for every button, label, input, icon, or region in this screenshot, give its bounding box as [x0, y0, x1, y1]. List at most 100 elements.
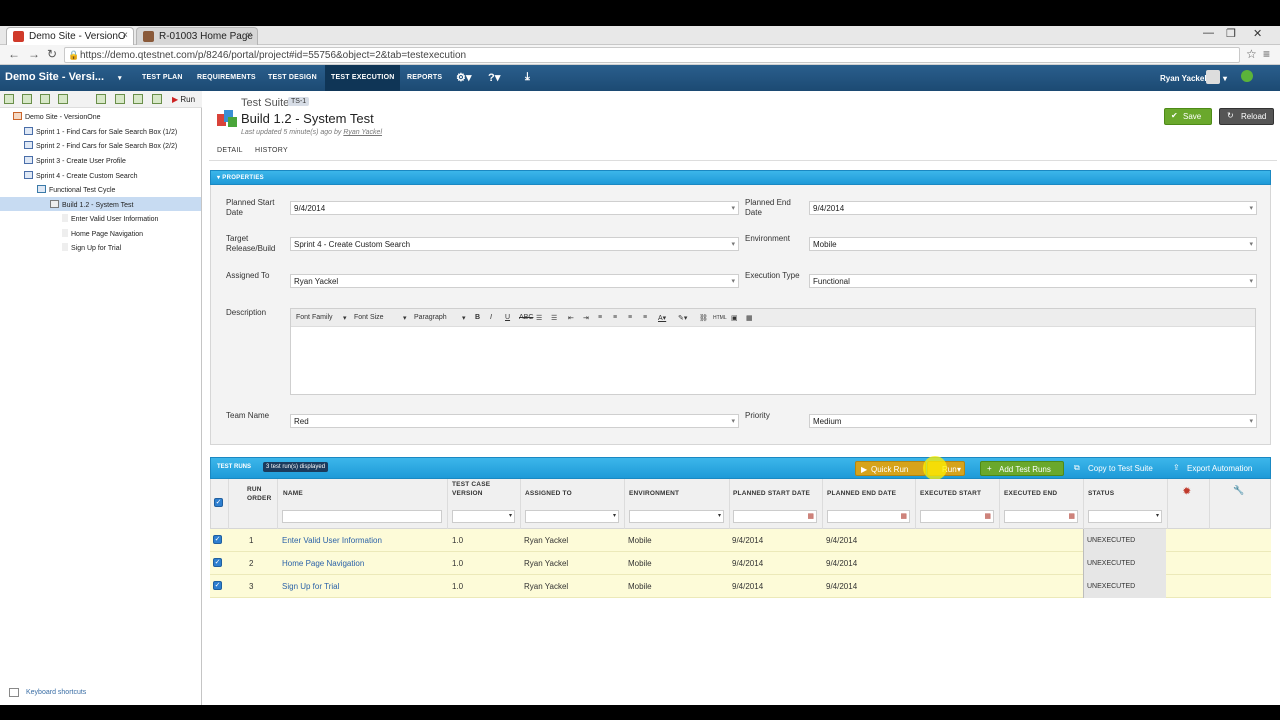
nav-reports[interactable]: REPORTS	[407, 74, 442, 81]
refresh-icon[interactable]: ↻	[47, 47, 57, 61]
refresh-tree-icon[interactable]	[96, 94, 106, 104]
italic-icon[interactable]: I	[490, 314, 492, 321]
expand-icon[interactable]	[115, 94, 125, 104]
highlight-icon[interactable]: ✎▾	[678, 314, 687, 322]
run-button[interactable]: ▶ Run	[172, 95, 195, 104]
email-icon[interactable]	[152, 94, 162, 104]
properties-header[interactable]: ▾ PROPERTIES	[210, 170, 1271, 185]
align-left-icon[interactable]: ≡	[598, 314, 602, 321]
col-version[interactable]: TEST CASE VERSION	[452, 480, 496, 498]
export-automation-button[interactable]: ⇪ Export Automation	[1169, 461, 1269, 476]
assigned-filter-input[interactable]: ▾	[525, 510, 619, 523]
name-filter-input[interactable]	[282, 510, 442, 523]
col-planned-start[interactable]: PLANNED START DATE	[733, 489, 810, 498]
tab-detail[interactable]: DETAIL	[217, 147, 243, 154]
justify-icon[interactable]: ≡	[643, 314, 647, 321]
execution-type-field[interactable]: Functional ▾	[809, 274, 1257, 288]
priority-field[interactable]: Medium ▾	[809, 414, 1257, 428]
keyboard-shortcuts-link[interactable]: Keyboard shortcuts	[0, 687, 202, 701]
table-row[interactable]: ✓ 1 Enter Valid User Information 1.0 Rya…	[210, 529, 1271, 552]
target-release-field[interactable]: Sprint 4 - Create Custom Search ▾	[290, 237, 739, 251]
planned-start-filter-input[interactable]: ▦	[733, 510, 817, 523]
nav-test-execution[interactable]: TEST EXECUTION	[325, 65, 401, 91]
indent-icon[interactable]: ⇥	[583, 314, 589, 322]
gear-icon[interactable]: ⚙▾	[456, 71, 472, 84]
row-checkbox[interactable]: ✓	[213, 558, 222, 567]
maximize-icon[interactable]: ❐	[1226, 27, 1236, 40]
download-icon[interactable]: ⤓	[525, 71, 530, 84]
status-filter-input[interactable]: ▾	[1088, 510, 1162, 523]
tree-item-sprint-2[interactable]: Sprint 2 - Find Cars for Sale Search Box…	[0, 138, 201, 152]
col-planned-end[interactable]: PLANNED END DATE	[827, 489, 896, 498]
quick-run-button[interactable]: ▶ Quick Run	[855, 461, 926, 476]
tree-item-run-3[interactable]: Sign Up for Trial	[0, 240, 201, 254]
project-selector[interactable]: Demo Site - Versi...	[5, 71, 104, 83]
col-assigned-to[interactable]: ASSIGNED TO	[525, 489, 572, 498]
tree-item-suite[interactable]: Build 1.2 - System Test	[0, 197, 201, 211]
calendar-icon[interactable]: ▦	[984, 512, 991, 520]
executed-start-filter-input[interactable]: ▦	[920, 510, 994, 523]
text-color-icon[interactable]: A▾	[658, 314, 666, 322]
tree-item-sprint-1[interactable]: Sprint 1 - Find Cars for Sale Search Box…	[0, 124, 201, 138]
col-run-order[interactable]: RUN ORDER	[247, 485, 277, 503]
html-icon[interactable]: HTML	[713, 315, 727, 321]
bullet-list-icon[interactable]: ☰	[536, 314, 542, 322]
executed-end-filter-input[interactable]: ▦	[1004, 510, 1078, 523]
url-input[interactable]: 🔒 https://demo.qtestnet.com/p/8246/porta…	[64, 47, 1240, 63]
calendar-icon[interactable]: ▦	[1068, 512, 1075, 520]
forward-arrow-icon[interactable]: →	[28, 47, 40, 61]
table-row[interactable]: ✓ 2 Home Page Navigation 1.0 Ryan Yackel…	[210, 552, 1271, 575]
updated-by-link[interactable]: Ryan Yackel	[343, 129, 382, 136]
col-name[interactable]: NAME	[283, 489, 303, 498]
underline-icon[interactable]: U	[505, 314, 510, 321]
team-name-field[interactable]: Red ▾	[290, 414, 739, 428]
numbered-list-icon[interactable]: ☰	[551, 314, 557, 322]
user-name[interactable]: Ryan Yackel	[1160, 74, 1207, 83]
table-icon[interactable]: ▦	[746, 314, 753, 322]
paragraph-select[interactable]: Paragraph	[414, 314, 447, 321]
close-tab-icon[interactable]: ×	[246, 30, 252, 41]
select-all-checkbox[interactable]: ✓	[214, 498, 223, 507]
row-checkbox[interactable]: ✓	[213, 581, 222, 590]
row-checkbox[interactable]: ✓	[213, 535, 222, 544]
copy-to-suite-button[interactable]: ⧉ Copy to Test Suite	[1070, 461, 1164, 476]
collapse-icon[interactable]	[133, 94, 143, 104]
planned-start-field[interactable]: 9/4/2014 ▾	[290, 201, 739, 215]
nav-requirements[interactable]: REQUIREMENTS	[197, 74, 256, 81]
new-cycle-icon[interactable]	[22, 94, 32, 104]
image-icon[interactable]: ▣	[731, 314, 738, 322]
test-run-name-link[interactable]: Home Page Navigation	[282, 559, 364, 568]
assigned-to-field[interactable]: Ryan Yackel ▾	[290, 274, 739, 288]
browser-tab-home-page[interactable]: R-01003 Home Page ×	[136, 27, 258, 45]
bold-icon[interactable]: B	[475, 314, 480, 321]
tab-history[interactable]: HISTORY	[255, 147, 288, 154]
tree-item-sprint-3[interactable]: Sprint 3 - Create User Profile	[0, 153, 201, 167]
col-status[interactable]: STATUS	[1088, 489, 1114, 498]
browser-tab-demo-site[interactable]: Demo Site - VersionO ×	[6, 27, 134, 45]
tree-item-sprint-4[interactable]: Sprint 4 - Create Custom Search	[0, 168, 201, 182]
font-family-select[interactable]: Font Family	[296, 314, 333, 321]
calendar-icon[interactable]: ▦	[807, 512, 814, 520]
environment-field[interactable]: Mobile ▾	[809, 237, 1257, 251]
wrench-icon[interactable]: 🔧	[1233, 486, 1244, 495]
close-window-icon[interactable]: ✕	[1253, 27, 1262, 40]
close-tab-icon[interactable]: ×	[122, 30, 128, 41]
link-icon[interactable]: ⛓	[699, 314, 708, 322]
table-row[interactable]: ✓ 3 Sign Up for Trial 1.0 Ryan Yackel Mo…	[210, 575, 1271, 598]
move-up-icon[interactable]	[40, 94, 50, 104]
test-run-name-link[interactable]: Sign Up for Trial	[282, 582, 339, 591]
save-button[interactable]: ✔ Save	[1164, 108, 1212, 125]
help-icon[interactable]: ?▾	[488, 71, 501, 84]
col-executed-end[interactable]: EXECUTED END	[1004, 489, 1057, 498]
avatar[interactable]	[1206, 70, 1220, 84]
tree-item-run-2[interactable]: Home Page Navigation	[0, 226, 201, 240]
environment-filter-input[interactable]: ▾	[629, 510, 724, 523]
version-filter-input[interactable]: ▾	[452, 510, 515, 523]
project-dropdown-icon[interactable]: ▾	[118, 74, 122, 82]
planned-end-field[interactable]: 9/4/2014 ▾	[809, 201, 1257, 215]
tree-item-project[interactable]: Demo Site - VersionOne	[0, 109, 201, 123]
back-arrow-icon[interactable]: ←	[8, 47, 20, 61]
add-test-runs-button[interactable]: + Add Test Runs	[980, 461, 1064, 476]
minimize-icon[interactable]: —	[1203, 27, 1214, 39]
bug-icon[interactable]: ✹	[1183, 487, 1191, 496]
